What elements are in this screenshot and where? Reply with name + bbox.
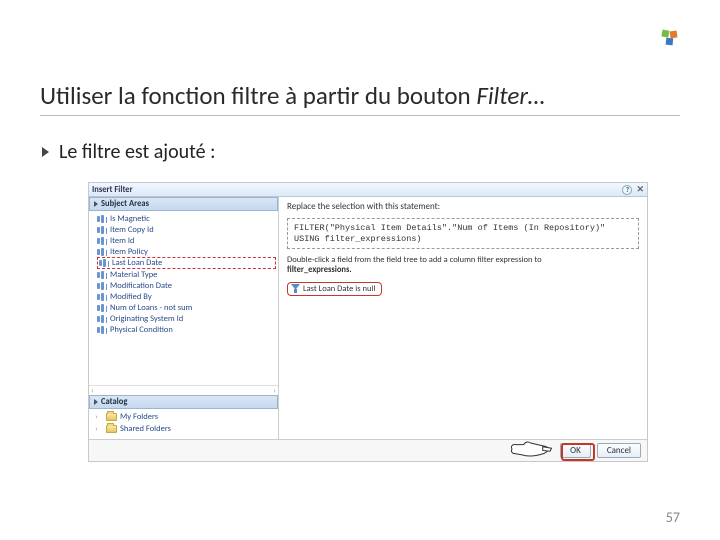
- pointing-hand-icon: [509, 435, 553, 463]
- bullet-marker-icon: [42, 147, 49, 157]
- column-icon: [99, 259, 109, 267]
- column-icon: [97, 248, 107, 256]
- column-icon: [97, 282, 107, 290]
- tree-item: Item Copy Id: [97, 224, 276, 235]
- tree-item-selected: Last Loan Date: [97, 257, 276, 269]
- right-panel: Replace the selection with this statemen…: [279, 197, 647, 439]
- column-icon: [97, 226, 107, 234]
- cancel-button[interactable]: Cancel: [597, 443, 641, 458]
- slide-title-italic: Filter…: [476, 80, 545, 111]
- catalog-tree[interactable]: › My Folders › Shared Folders: [89, 409, 278, 439]
- tree-item: Item Id: [97, 235, 276, 246]
- tree-item: Physical Condition: [97, 324, 276, 335]
- dialog-footer: OK Cancel: [89, 439, 647, 461]
- tree-item: Is Magnetic: [97, 213, 276, 224]
- column-icon: [97, 315, 107, 323]
- disclosure-icon: [94, 399, 98, 405]
- dialog-title: Insert Filter: [92, 185, 133, 195]
- page-number: 57: [666, 509, 680, 526]
- column-icon: [97, 304, 107, 312]
- column-icon: [97, 215, 107, 223]
- subject-areas-label: Subject Areas: [101, 199, 149, 209]
- folder-icon: [106, 413, 117, 421]
- column-icon: [97, 237, 107, 245]
- horizontal-scrollbar[interactable]: ‹ ›: [89, 385, 278, 395]
- column-icon: [97, 326, 107, 334]
- filter-chip[interactable]: Last Loan Date is null: [287, 282, 382, 296]
- close-icon[interactable]: ✕: [636, 184, 644, 195]
- ok-button[interactable]: OK: [560, 443, 591, 458]
- catalog-header[interactable]: Catalog: [89, 395, 278, 409]
- help-icon[interactable]: ?: [622, 185, 632, 195]
- replace-label: Replace the selection with this statemen…: [287, 201, 639, 212]
- tree-item: Modification Date: [97, 280, 276, 291]
- catalog-item: › Shared Folders: [95, 423, 272, 435]
- catalog-label: Catalog: [101, 397, 127, 407]
- catalog-item: › My Folders: [95, 411, 272, 423]
- filter-chip-text: Last Loan Date is null: [303, 284, 375, 294]
- folder-icon: [106, 425, 117, 433]
- funnel-icon: [291, 284, 300, 293]
- tree-item: Material Type: [97, 269, 276, 280]
- column-icon: [97, 271, 107, 279]
- insert-filter-dialog: Insert Filter ? ✕ Subject Areas Is Magne…: [88, 182, 648, 462]
- bullet-item: Le filtre est ajouté :: [42, 140, 215, 164]
- tree-item: Item Policy: [97, 246, 276, 257]
- slide-title: Utiliser la fonction filtre à partir du …: [40, 80, 680, 116]
- tree-item: Originating System Id: [97, 313, 276, 324]
- left-panel: Subject Areas Is Magnetic Item Copy Id I…: [89, 197, 279, 439]
- scroll-right-icon[interactable]: ›: [273, 386, 276, 396]
- field-tree[interactable]: Is Magnetic Item Copy Id Item Id Item Po…: [89, 211, 278, 385]
- disclosure-icon: [94, 201, 98, 207]
- bullet-text: Le filtre est ajouté :: [59, 140, 215, 164]
- subject-areas-header[interactable]: Subject Areas: [89, 197, 278, 211]
- expand-icon[interactable]: ›: [95, 424, 103, 434]
- instruction-text: Double-click a field from the field tree…: [287, 255, 639, 275]
- tree-item: Modified By: [97, 291, 276, 302]
- filter-expression-box[interactable]: FILTER("Physical Item Details"."Num of I…: [287, 218, 639, 249]
- expand-icon[interactable]: ›: [95, 412, 103, 422]
- column-icon: [97, 293, 107, 301]
- tree-item: Num of Loans - not sum: [97, 302, 276, 313]
- dialog-titlebar: Insert Filter ? ✕: [89, 183, 647, 197]
- slide-title-text: Utiliser la fonction filtre à partir du …: [40, 80, 476, 111]
- brand-logo: [660, 28, 680, 53]
- scroll-left-icon[interactable]: ‹: [91, 386, 94, 396]
